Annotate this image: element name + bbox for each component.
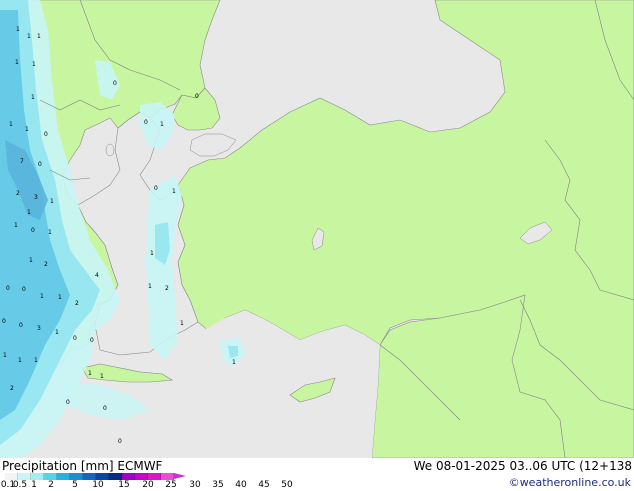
legend-tick-label: 2: [48, 480, 54, 490]
legend-swatch: [70, 473, 83, 480]
map-value: 1: [16, 26, 20, 33]
credit-link[interactable]: ©weatheronline.co.uk: [509, 476, 631, 490]
legend-tick-label: 1: [31, 480, 37, 490]
map-value: 2: [75, 300, 79, 307]
legend-swatch: [5, 473, 18, 480]
map-value: 2: [10, 385, 14, 392]
map-value: 0: [144, 119, 148, 126]
map-footer: Precipitation [mm] ECMWF We 08-01-2025 0…: [0, 458, 634, 490]
map-value: 0: [38, 161, 42, 168]
legend-swatch: [44, 473, 57, 480]
legend-tick-label: 15: [118, 480, 130, 490]
map-value: 1: [29, 257, 33, 264]
legend-tick-label: 25: [165, 480, 177, 490]
map-value: 1: [148, 283, 152, 290]
map-value: 0: [118, 438, 122, 445]
legend-swatch: [83, 473, 96, 480]
legend-swatch: [96, 473, 109, 480]
map-value: 1: [55, 329, 59, 336]
map-value: 1: [27, 33, 31, 40]
map-value: 1: [34, 357, 38, 364]
map-value: 3: [37, 325, 41, 332]
map-value: 1: [40, 293, 44, 300]
legend-tick-label: 10: [92, 480, 104, 490]
legend-swatch: [57, 473, 70, 480]
map-value: 0: [44, 131, 48, 138]
map-value: 1: [88, 370, 92, 377]
legend-tick-label: 0.5: [12, 480, 28, 490]
map-value: 1: [31, 94, 35, 101]
map-value: 0: [6, 285, 10, 292]
map-title: Precipitation [mm] ECMWF: [2, 459, 163, 473]
legend-swatch: [122, 473, 135, 480]
map-value: 0: [66, 399, 70, 406]
map-value: 1: [9, 121, 13, 128]
map-value: 1: [50, 198, 54, 205]
map-value: 2: [165, 285, 169, 292]
legend-tick-label: 20: [142, 480, 154, 490]
legend-swatch: [135, 473, 148, 480]
map-value: 3: [34, 194, 38, 201]
map-valid-time: We 08-01-2025 03..06 UTC (12+138: [413, 459, 632, 473]
map-value: 0: [195, 93, 199, 100]
legend-swatch: [109, 473, 122, 480]
map-value: 1: [232, 359, 236, 366]
legend-tick-label: 45: [258, 480, 270, 490]
map-value: 0: [103, 405, 107, 412]
map-value: 0: [73, 335, 77, 342]
map-value: 0: [2, 318, 6, 325]
legend-tick-label: 30: [189, 480, 201, 490]
legend-tick-label: 40: [235, 480, 247, 490]
map-value: 7: [20, 158, 24, 165]
map-value: 0: [90, 337, 94, 344]
precipitation-map: 1 1 1 1 1 0 1 1 1 0 7 0 2 3 1 1 1 0 1 2 …: [0, 0, 634, 458]
map-value: 1: [32, 61, 36, 68]
map-value: 2: [16, 190, 20, 197]
map-value: 1: [58, 294, 62, 301]
map-value: 1: [3, 352, 7, 359]
map-value: 1: [150, 250, 154, 257]
map-value: 2: [44, 261, 48, 268]
legend-swatch: [161, 473, 174, 480]
map-value: 1: [14, 222, 18, 229]
map-value: 0: [22, 286, 26, 293]
color-legend: [5, 473, 186, 480]
map-value: 1: [180, 320, 184, 327]
map-value: 1: [18, 357, 22, 364]
map-value: 1: [48, 229, 52, 236]
map-value: 1: [160, 121, 164, 128]
legend-arrow: [174, 473, 186, 479]
map-value: 1: [172, 188, 176, 195]
map-value: 1: [25, 126, 29, 133]
map-value: 1: [100, 373, 104, 380]
map-value: 0: [113, 80, 117, 87]
legend-swatch: [31, 473, 44, 480]
map-value: 1: [27, 209, 31, 216]
legend-swatch: [148, 473, 161, 480]
legend-tick-label: 35: [212, 480, 224, 490]
map-value: 0: [19, 322, 23, 329]
map-value: 0: [154, 185, 158, 192]
legend-tick-label: 5: [72, 480, 78, 490]
map-value: 0: [31, 227, 35, 234]
map-value: 1: [37, 33, 41, 40]
map-value: 4: [95, 272, 99, 279]
map-value: 1: [15, 59, 19, 66]
legend-tick-label: 50: [281, 480, 293, 490]
legend-swatch: [18, 473, 31, 480]
